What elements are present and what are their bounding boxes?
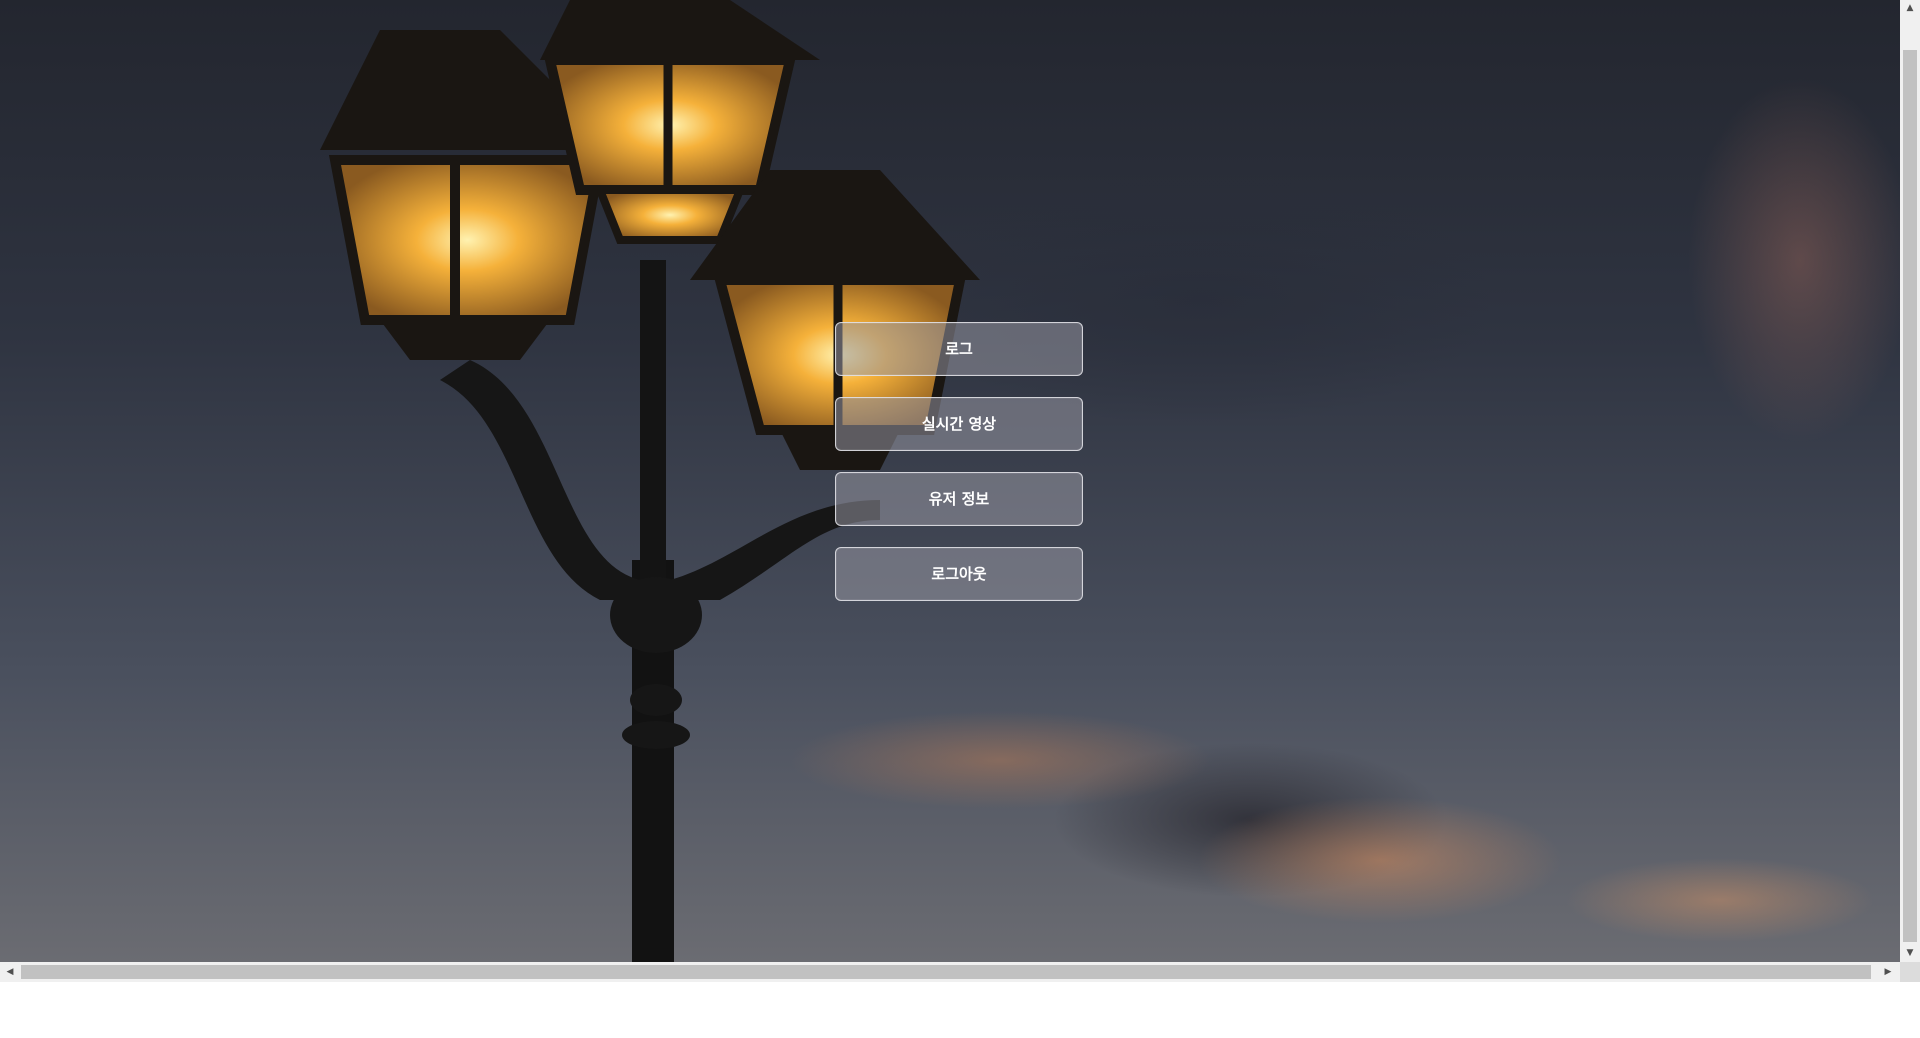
- logout-button[interactable]: 로그아웃: [835, 547, 1083, 601]
- scroll-right-icon[interactable]: ▶: [1878, 962, 1898, 982]
- log-button[interactable]: 로그: [835, 322, 1083, 376]
- main-menu: 로그 실시간 영상 유저 정보 로그아웃: [835, 322, 1083, 622]
- vertical-scrollbar[interactable]: ▲ ▼: [1900, 0, 1920, 982]
- horizontal-scrollbar[interactable]: ◀ ▶: [0, 962, 1900, 982]
- user-info-button[interactable]: 유저 정보: [835, 472, 1083, 526]
- horizontal-scroll-thumb[interactable]: [21, 965, 1871, 979]
- scrollbar-corner: [1900, 962, 1920, 982]
- scroll-down-icon[interactable]: ▼: [1900, 945, 1920, 962]
- scroll-up-icon[interactable]: ▲: [1900, 0, 1920, 17]
- live-video-button[interactable]: 실시간 영상: [835, 397, 1083, 451]
- background-image: 로그 실시간 영상 유저 정보 로그아웃: [0, 0, 1900, 962]
- vertical-scroll-thumb[interactable]: [1903, 50, 1917, 942]
- scroll-left-icon[interactable]: ◀: [0, 962, 20, 982]
